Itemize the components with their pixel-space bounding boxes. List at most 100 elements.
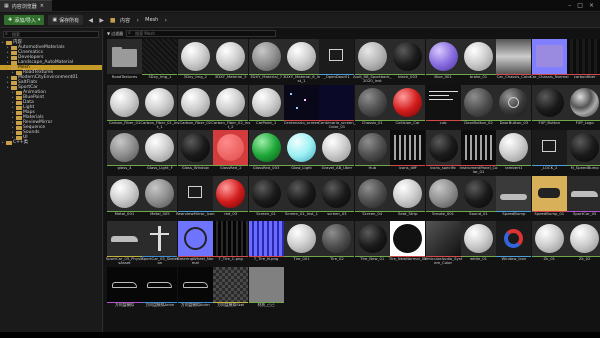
- asset-tile[interactable]: Gravel_AB_Uber: [319, 130, 355, 175]
- asset-tile[interactable]: 方向盘模拟: [107, 266, 142, 312]
- asset-tile[interactable]: Tire_New_01: [354, 221, 390, 266]
- asset-tile[interactable]: Carbon_Fiber_01_Inst_1: [140, 84, 179, 130]
- asset-tile[interactable]: VehicularAudio_System_Color: [424, 221, 462, 266]
- breadcrumb-item[interactable]: Mesh: [145, 17, 158, 23]
- asset-tile[interactable]: Metal_005: [142, 175, 178, 221]
- asset-tile[interactable]: DoorButton_03: [496, 84, 532, 130]
- asset-tile[interactable]: SportCar_05_Skeleton: [141, 221, 178, 266]
- asset-tile[interactable]: Window_Icon: [496, 221, 532, 266]
- asset-tile[interactable]: Seat_Strip: [390, 175, 426, 221]
- asset-thumbnail: [354, 221, 390, 256]
- asset-tile[interactable]: Screen_04: [354, 175, 390, 221]
- asset-tile[interactable]: 方向盘模拟Anim: [142, 266, 178, 312]
- asset-tile[interactable]: Carbon_Fiber_02_Inst_2: [211, 84, 250, 130]
- asset-tile[interactable]: DoorButton_02: [461, 84, 496, 130]
- asset-tile[interactable]: Tire_02: [319, 221, 355, 266]
- filter-button[interactable]: ▼ 过滤器: [107, 31, 123, 37]
- back-icon[interactable]: ◀: [87, 17, 94, 24]
- asset-tile[interactable]: glass_4: [107, 130, 142, 175]
- asset-tile[interactable]: Sound_01: [461, 175, 496, 221]
- asset-tile[interactable]: Car_Chassis_Color: [496, 39, 532, 84]
- asset-tile[interactable]: M_SpeedBump: [567, 130, 600, 175]
- asset-tile[interactable]: lambert1: [496, 130, 532, 175]
- add-import-button[interactable]: ✚ 添加/导入 ▾: [4, 15, 45, 25]
- asset-tile[interactable]: Carbon_Fiber_01: [107, 84, 142, 130]
- asset-tile[interactable]: Blue_001: [425, 39, 461, 84]
- asset-tile[interactable]: Smoke_001: [425, 175, 461, 221]
- asset-tile[interactable]: Zk_02: [567, 221, 600, 266]
- asset-tile[interactable]: T_Tire_C.png: [213, 221, 249, 266]
- asset-tile[interactable]: icons_specific: [425, 130, 461, 175]
- asset-tile[interactable]: 3DXY_Material_7: [248, 39, 284, 84]
- asset-tile[interactable]: GlassRed_2: [213, 130, 249, 175]
- tree-expander-icon[interactable]: ▸: [7, 85, 10, 90]
- asset-tile[interactable]: T_Tire_N.png: [248, 221, 284, 266]
- maximize-icon[interactable]: □: [577, 2, 583, 9]
- asset-tile[interactable]: icons_diff: [390, 130, 426, 175]
- asset-tile[interactable]: SportCar_05: [567, 175, 600, 221]
- asset-tile[interactable]: Glow_Light: [284, 130, 319, 175]
- asset-tile[interactable]: RoadTextures: [107, 39, 142, 84]
- asset-tile[interactable]: black_003: [390, 39, 426, 84]
- asset-label: red_03: [224, 211, 238, 216]
- tree-item[interactable]: ▸ C++类: [0, 140, 102, 145]
- asset-tile[interactable]: _LOCK_2: [531, 130, 567, 175]
- asset-search-input[interactable]: ⌕ 搜索 Mesh: [126, 30, 277, 37]
- asset-tile[interactable]: Chassis_01: [354, 84, 390, 130]
- asset-tile[interactable]: 3Dxy_Img_2: [177, 39, 213, 84]
- asset-tile[interactable]: Hub: [354, 130, 390, 175]
- asset-tile[interactable]: 3Dxy_Img_1: [142, 39, 178, 84]
- asset-tile[interactable]: 3DXY_Material_6_Inst_1: [283, 39, 320, 84]
- asset-tile[interactable]: RearviewMirror_Icon: [176, 175, 215, 221]
- asset-tile[interactable]: 3DXY_Material_5: [213, 39, 249, 84]
- asset-tile[interactable]: SportCar_05_PhysicsAsset: [106, 221, 143, 266]
- asset-tile[interactable]: red_03: [213, 175, 249, 221]
- asset-label: icons_diff: [398, 166, 417, 170]
- asset-tile[interactable]: 方向盘模拟Skel: [213, 266, 249, 312]
- asset-tile[interactable]: Car_Chassis_Normal: [530, 39, 569, 84]
- asset-tile[interactable]: CarPoint_1: [248, 84, 284, 130]
- asset-tile[interactable]: cub: [425, 84, 461, 130]
- asset-tile[interactable]: Collision_Car: [390, 84, 426, 130]
- tab-close-icon[interactable]: ×: [40, 3, 44, 9]
- asset-tile[interactable]: _OpenDoor01: [319, 39, 355, 84]
- asset-tile[interactable]: 材质_己己: [248, 266, 284, 312]
- asset-tile[interactable]: brake_01: [461, 39, 496, 84]
- asset-tile[interactable]: Centenario_screen: [284, 84, 319, 130]
- asset-thumbnail: [107, 175, 142, 211]
- asset-tile[interactable]: SpeedBump: [496, 175, 532, 221]
- asset-tile[interactable]: white_01: [461, 221, 496, 266]
- asset-tile[interactable]: SpeedBump_01: [531, 175, 567, 221]
- asset-tile[interactable]: carbonfiber: [567, 39, 600, 84]
- asset-tile[interactable]: Carbon_Fiber_02: [177, 84, 213, 130]
- asset-tile[interactable]: Zk_01: [531, 221, 567, 266]
- asset-tile[interactable]: Screen_01: [248, 175, 284, 221]
- tree-expander-icon[interactable]: ▸: [2, 140, 5, 145]
- save-all-button[interactable]: ▣ 保存所有: [48, 15, 84, 25]
- asset-tile[interactable]: FXP_Button: [531, 84, 567, 130]
- tree-expander-icon[interactable]: ▸: [12, 70, 15, 75]
- asset-tile[interactable]: Metal_001: [107, 175, 142, 221]
- asset-label: InstrumentPanel_Color_01: [459, 166, 498, 174]
- asset-tile[interactable]: Tire_001: [284, 221, 319, 266]
- asset-tile[interactable]: Tire_NewNormal_01: [389, 221, 427, 266]
- tree-expander-icon[interactable]: ▸: [2, 40, 5, 45]
- asset-tile[interactable]: Glass_Window: [177, 130, 213, 175]
- window-tab[interactable]: ▦ 内容浏览器 ×: [0, 0, 52, 12]
- asset-tile[interactable]: InstrumentPanel_Color_01: [459, 130, 498, 175]
- asset-tile[interactable]: Centenario_screen_Color_01: [318, 84, 356, 130]
- asset-tile[interactable]: FXP_Logo: [567, 84, 600, 130]
- tree-expander-icon[interactable]: ▸: [7, 65, 10, 70]
- asset-tile[interactable]: Screen_01_Inst_1: [284, 175, 319, 221]
- forward-icon[interactable]: ▶: [98, 17, 105, 24]
- minimize-icon[interactable]: –: [568, 2, 571, 9]
- asset-tile[interactable]: 方向盘模拟Anim: [177, 266, 213, 312]
- asset-tile[interactable]: GlassRed_003: [248, 130, 284, 175]
- folder-search-input[interactable]: ⌕ 搜索: [3, 31, 99, 38]
- breadcrumb-item[interactable]: 内容: [120, 17, 130, 24]
- asset-tile[interactable]: screen_03: [319, 175, 355, 221]
- asset-tile[interactable]: Audi_R8_Sportback_2020_Inst: [353, 39, 392, 84]
- close-icon[interactable]: ×: [589, 2, 594, 9]
- asset-tile[interactable]: SteeringWheel_Normal: [177, 221, 214, 266]
- asset-tile[interactable]: Glass_Light_F: [142, 130, 178, 175]
